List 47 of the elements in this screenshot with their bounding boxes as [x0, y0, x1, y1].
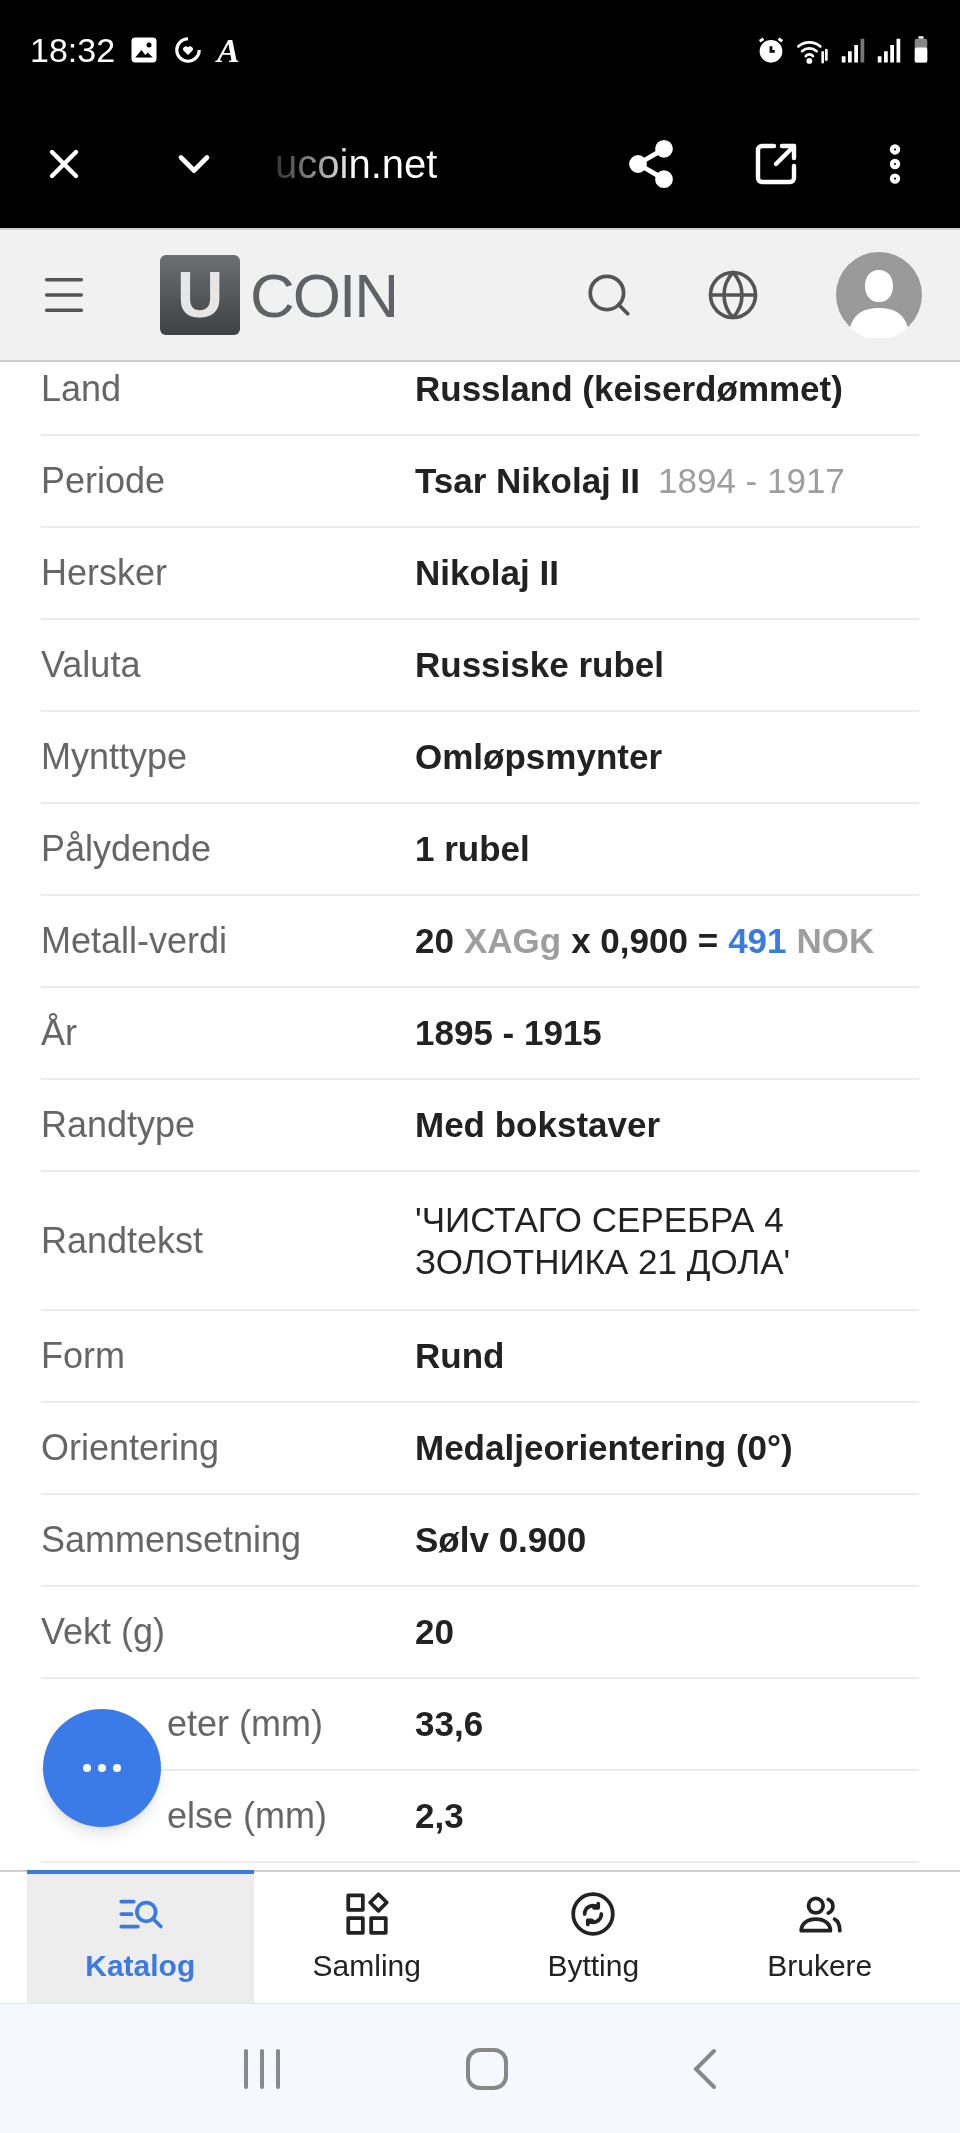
- field-value: Russland (keiserdømmet): [415, 368, 844, 410]
- heart-circle-icon: [173, 35, 204, 65]
- field-value: Nikolaj II: [415, 552, 560, 594]
- field-label: Vekt (g): [41, 1611, 166, 1652]
- status-time: 18:32: [30, 29, 116, 71]
- avatar-icon[interactable]: [836, 252, 922, 338]
- ellipsis-icon: [82, 1763, 122, 1773]
- field-label: År: [41, 1012, 77, 1053]
- field-label: Metall-verdi: [41, 920, 228, 961]
- field-label: Orientering: [41, 1427, 220, 1468]
- nav-tab[interactable]: Brukere: [706, 1870, 933, 2003]
- field-label: Sammensetning: [41, 1519, 302, 1560]
- field-value: Russiske rubel: [415, 644, 665, 686]
- field-value: Sølv 0.900: [415, 1519, 588, 1561]
- home-icon[interactable]: [465, 2046, 509, 2091]
- field-value: 20: [415, 1611, 455, 1653]
- image-icon: [129, 35, 160, 65]
- field-value: 1895 - 1915: [415, 1012, 603, 1054]
- field-value: Med bokstaver: [415, 1104, 662, 1146]
- field-value: 33,6: [415, 1703, 485, 1745]
- nav-tab[interactable]: Katalog: [27, 1870, 254, 2003]
- field-value: Rund: [415, 1335, 506, 1377]
- nav-tab[interactable]: Samling: [253, 1870, 480, 2003]
- field-label: Valuta: [41, 644, 141, 685]
- notification-glyph: A: [217, 30, 240, 71]
- field-value: Omløpsmynter: [415, 736, 663, 778]
- globe-icon[interactable]: [706, 268, 760, 322]
- field-label: Pålydende: [41, 828, 212, 869]
- field-label: Randtype: [41, 1104, 196, 1145]
- field-value: Medaljeorientering (0°): [415, 1427, 794, 1469]
- field-label: Periode: [41, 460, 166, 501]
- field-label: Form: [41, 1335, 125, 1376]
- field-label: else (mm): [167, 1795, 327, 1836]
- battery-icon: [912, 35, 930, 65]
- field-value: Tsar Nikolaj II 1894 - 1917: [415, 460, 846, 502]
- field-value: 1 rubel: [415, 828, 531, 870]
- nav-tab[interactable]: Bytting: [480, 1870, 707, 2003]
- field-label: Hersker: [41, 552, 168, 593]
- field-label: Randtekst: [41, 1219, 204, 1261]
- field-value: 'ЧИСТАГО СЕРЕБРА 4 ЗОЛОТНИКА 21 ДОЛА': [415, 1198, 792, 1283]
- field-label: Mynttype: [41, 736, 188, 777]
- field-value: 2,3: [415, 1795, 465, 1837]
- field-label: eter (mm): [167, 1703, 323, 1744]
- field-label: Land: [41, 368, 122, 409]
- logo[interactable]: U COIN: [160, 248, 397, 342]
- alarm-icon: [756, 35, 786, 65]
- field-value: 20 XAGg x 0,900 = 491 NOK: [415, 920, 876, 962]
